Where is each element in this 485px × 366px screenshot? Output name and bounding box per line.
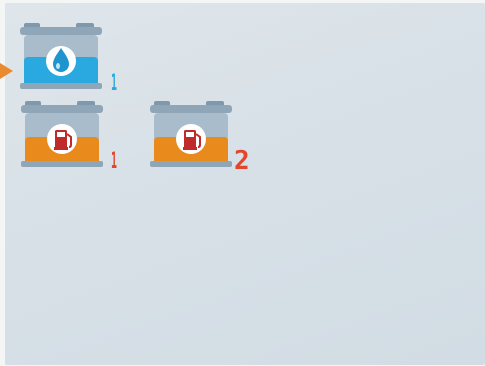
fuel-tank-1-number: 1 bbox=[111, 149, 117, 174]
fuel-tank-2-button[interactable] bbox=[150, 99, 234, 171]
fuel-tank-icon bbox=[150, 101, 232, 167]
selection-arrow-icon bbox=[0, 63, 13, 79]
fuel-tank-icon bbox=[21, 101, 103, 167]
water-tank-1-number: 1 bbox=[111, 71, 117, 96]
fuel-tank-2-number: 2 bbox=[234, 146, 250, 176]
water-tank-1-button[interactable] bbox=[20, 21, 104, 93]
water-tank-icon bbox=[20, 23, 102, 89]
device-bezel: 1 1 2 bbox=[0, 0, 485, 366]
display-screen: 1 1 2 bbox=[5, 3, 485, 365]
fuel-tank-1-button[interactable] bbox=[21, 99, 105, 171]
